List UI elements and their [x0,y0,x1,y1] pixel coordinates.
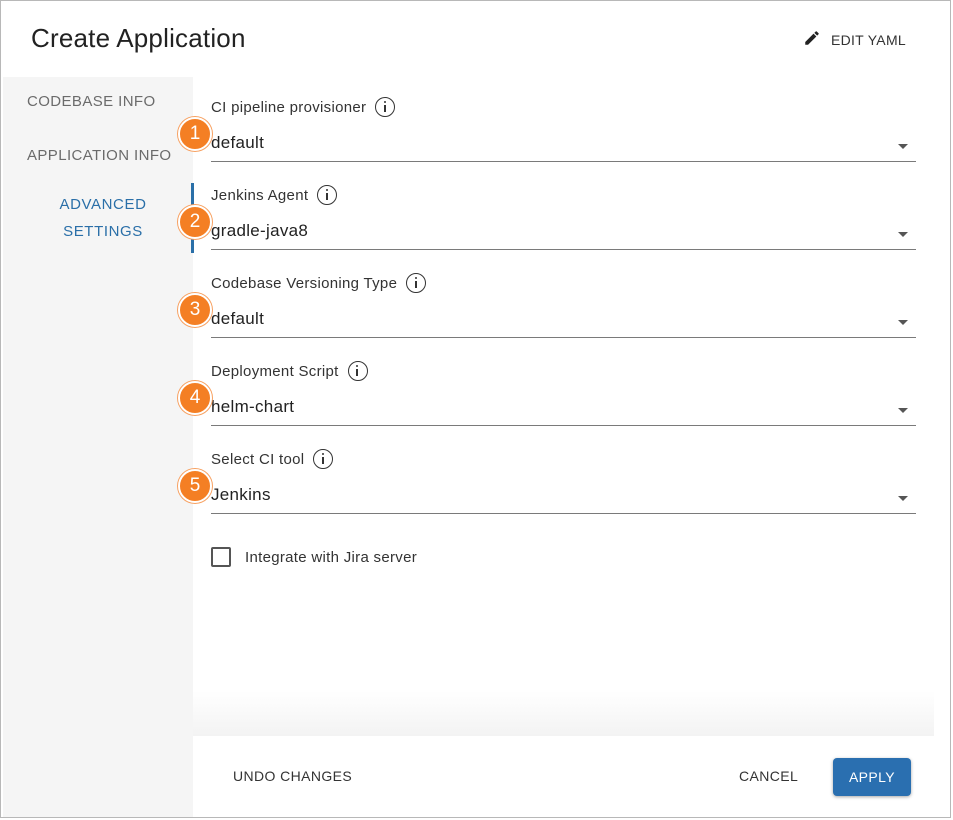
sidebar-item-advanced-settings[interactable]: ADVANCED SETTINGS [3,183,194,253]
step-badge: 1 [178,117,212,151]
sidebar: CODEBASE INFO APPLICATION INFO ADVANCED … [3,77,194,817]
info-icon[interactable] [317,185,338,205]
jira-integration-option[interactable]: Integrate with Jira server [211,547,417,567]
apply-button[interactable]: APPLY [833,758,911,796]
dropdown-arrow-icon [898,496,908,501]
dialog-footer: UNDO CHANGES CANCEL APPLY [193,736,934,817]
field-label: CI pipeline provisioner [211,98,367,116]
dropdown-arrow-icon [898,320,908,325]
jenkins-agent-select[interactable]: gradle-java8 [211,213,916,250]
step-badge: 3 [178,293,212,327]
dialog-title: Create Application [31,23,246,53]
dropdown-arrow-icon [898,232,908,237]
cancel-button[interactable]: CANCEL [739,768,798,784]
ci-pipeline-provisioner-field: CI pipeline provisioner default 1 [178,97,916,177]
pencil-icon [803,29,821,50]
field-label: Select CI tool [211,450,305,468]
deployment-script-select[interactable]: helm-chart [211,389,916,426]
create-application-dialog: Create Application EDIT YAML CODEBASE IN… [0,0,951,818]
undo-changes-button[interactable]: UNDO CHANGES [233,768,352,784]
edit-yaml-label: EDIT YAML [830,31,906,48]
field-label: Codebase Versioning Type [211,274,398,292]
edit-yaml-button[interactable]: EDIT YAML [803,29,906,50]
select-value: gradle-java8 [211,221,309,240]
sidebar-item-label-line1: ADVANCED [59,196,147,213]
field-label: Jenkins Agent [211,186,309,204]
codebase-versioning-type-field: Codebase Versioning Type default 3 [178,273,916,353]
sidebar-item-application-info[interactable]: APPLICATION INFO [27,147,171,164]
info-icon[interactable] [347,361,368,381]
field-label: Deployment Script [211,362,339,380]
deployment-script-field: Deployment Script helm-chart 4 [178,361,916,441]
codebase-versioning-type-select[interactable]: default [211,301,916,338]
footer-shadow [193,691,934,736]
sidebar-item-label-line2: SETTINGS [63,223,143,240]
ci-tool-field: Select CI tool Jenkins 5 [178,449,916,529]
ci-tool-select[interactable]: Jenkins [211,477,916,514]
info-icon[interactable] [406,273,427,293]
select-value: Jenkins [211,485,271,504]
select-value: helm-chart [211,397,295,416]
checkbox-label: Integrate with Jira server [245,548,418,566]
advanced-settings-form: CI pipeline provisioner default 1 Jenkin… [178,77,950,737]
sidebar-item-codebase-info[interactable]: CODEBASE INFO [27,93,156,110]
ci-pipeline-provisioner-select[interactable]: default [211,125,916,162]
select-value: default [211,309,265,328]
dropdown-arrow-icon [898,408,908,413]
step-badge: 2 [178,205,212,239]
jira-integration-checkbox[interactable] [211,547,231,567]
jenkins-agent-field: Jenkins Agent gradle-java8 2 [178,185,916,265]
select-value: default [211,133,265,152]
dialog-header: Create Application EDIT YAML [1,1,950,77]
info-icon[interactable] [313,449,334,469]
step-badge: 5 [178,469,212,503]
step-badge: 4 [178,381,212,415]
info-icon[interactable] [375,97,396,117]
dropdown-arrow-icon [898,144,908,149]
